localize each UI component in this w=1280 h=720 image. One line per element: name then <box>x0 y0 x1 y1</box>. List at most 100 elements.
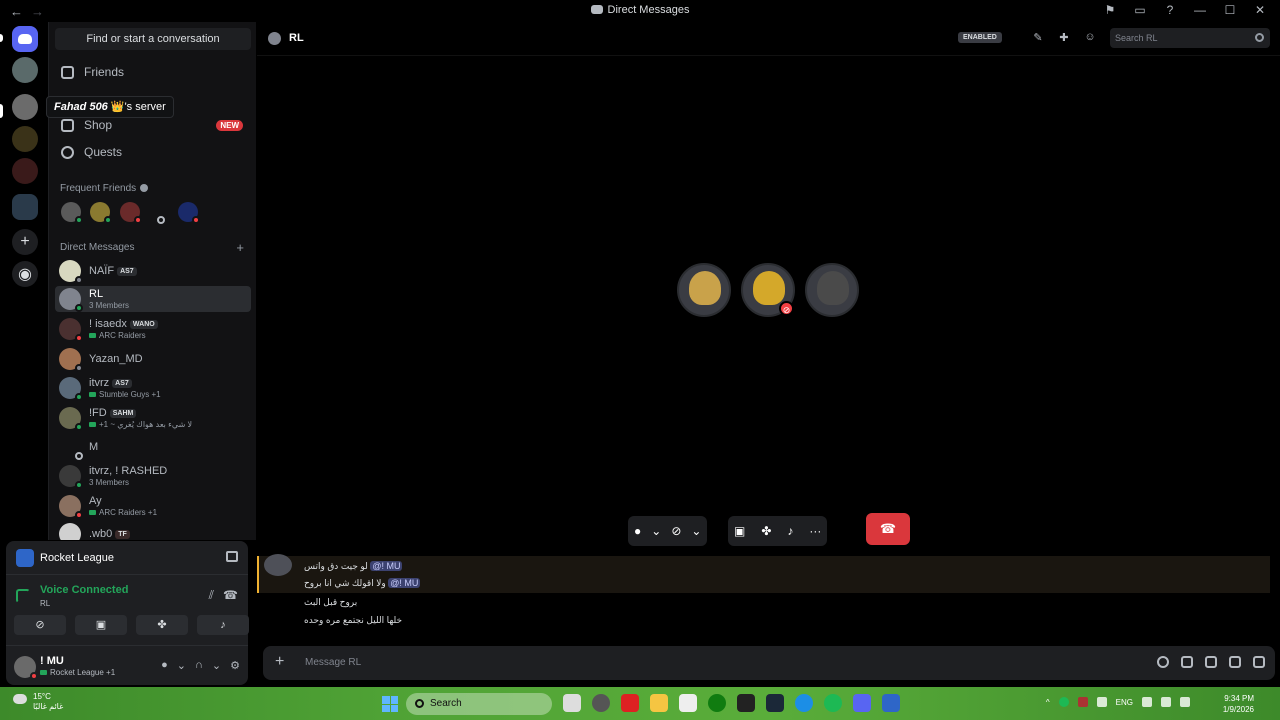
minimize-button[interactable]: — <box>1192 3 1208 17</box>
more-options-icon[interactable]: ··· <box>809 524 821 538</box>
folder-icon[interactable] <box>650 694 668 712</box>
taskbar-search[interactable]: Search <box>406 693 552 715</box>
battery-icon[interactable] <box>1180 697 1190 707</box>
chevron-down-icon[interactable]: ⌄ <box>691 524 701 538</box>
add-friends-icon[interactable]: ✚ <box>1057 31 1071 45</box>
activity-panel-icon[interactable] <box>226 551 238 562</box>
help-icon[interactable]: ? <box>1162 3 1178 17</box>
user-name[interactable]: ! MU <box>40 655 64 667</box>
camera-off-icon[interactable]: ⊘ <box>671 524 681 538</box>
enabled-badge[interactable]: ENABLED <box>958 32 1002 43</box>
clock[interactable]: 9:34 PM 1/9/2026 <box>1223 693 1254 715</box>
apps-icon[interactable] <box>1253 656 1265 668</box>
screen-share-icon[interactable]: ▣ <box>734 524 745 538</box>
server-icon-fahad[interactable] <box>12 94 38 120</box>
epic-games-icon[interactable] <box>737 694 755 712</box>
server-icon[interactable] <box>12 158 38 184</box>
mic-icon[interactable]: ● <box>634 524 641 538</box>
server-icon[interactable] <box>12 57 38 83</box>
pin-icon[interactable]: ✎ <box>1031 31 1045 45</box>
frequent-friend-avatar[interactable] <box>90 202 112 224</box>
server-folder[interactable] <box>12 194 38 220</box>
call-participant-avatar[interactable] <box>677 263 731 317</box>
emoji-icon[interactable] <box>1229 656 1241 668</box>
signal-icon[interactable] <box>16 589 30 603</box>
create-dm-button[interactable]: + <box>236 240 244 255</box>
dm-item[interactable]: Ay ARC Raiders +1 <box>55 493 251 519</box>
voice-status[interactable]: Voice Connected <box>40 584 128 596</box>
find-conversation-button[interactable]: Find or start a conversation <box>55 28 251 50</box>
chevron-up-icon[interactable]: ^ <box>1046 698 1050 707</box>
mic-icon[interactable]: ● <box>161 659 168 672</box>
language-indicator[interactable]: ENG <box>1116 698 1133 707</box>
mention[interactable]: @! MU <box>370 561 403 571</box>
screen-icon[interactable]: ▭ <box>1132 3 1148 17</box>
call-participant-avatar[interactable] <box>805 263 859 317</box>
mention[interactable]: @! MU <box>388 578 421 588</box>
frequent-friend-avatar[interactable] <box>178 202 200 224</box>
steam-icon[interactable] <box>766 694 784 712</box>
activities-button[interactable]: ✤ <box>136 615 188 635</box>
sticker-icon[interactable] <box>1205 656 1217 668</box>
dm-item[interactable]: .wb0 TF <box>55 521 251 540</box>
disconnect-icon[interactable]: ☎ <box>223 588 238 602</box>
frequent-friend-avatar[interactable] <box>61 202 83 224</box>
noise-suppression-icon[interactable]: ⫽ <box>209 588 214 603</box>
chevron-down-icon[interactable]: ⌄ <box>177 659 186 672</box>
weather-widget[interactable]: 15°C غائم غالبًا <box>13 692 63 712</box>
chevron-down-icon[interactable]: ⌄ <box>651 524 661 538</box>
start-button[interactable] <box>382 696 398 712</box>
gift-icon[interactable] <box>1157 656 1169 668</box>
message-avatar[interactable] <box>264 554 292 576</box>
soundboard-icon[interactable]: ♪ <box>787 524 793 538</box>
camera-off-button[interactable]: ⊘ <box>14 615 66 635</box>
chevron-down-icon[interactable]: ⌄ <box>212 659 221 672</box>
frequent-friend-avatar[interactable] <box>120 202 142 224</box>
dm-item[interactable]: itvrz, ! RASHED 3 Members <box>55 463 251 489</box>
activities-icon[interactable]: ✤ <box>761 524 771 538</box>
info-icon[interactable] <box>140 184 149 192</box>
spotify-icon[interactable] <box>824 694 842 712</box>
app-icon[interactable] <box>592 694 610 712</box>
user-avatar[interactable] <box>14 656 38 680</box>
hang-up-button[interactable]: ☎ <box>866 513 910 545</box>
dm-item[interactable]: NAÏF AS7 <box>55 258 251 284</box>
dm-item[interactable]: itvrz AS7 Stumble Guys +1 <box>55 375 251 401</box>
member-list-icon[interactable]: ☺ <box>1083 31 1097 45</box>
tray-app-icon[interactable] <box>1077 697 1088 707</box>
inbox-icon[interactable]: ⚑ <box>1102 3 1118 17</box>
rocket-league-taskbar-icon[interactable] <box>882 694 900 712</box>
network-icon[interactable] <box>1142 697 1152 707</box>
spotify-tray-icon[interactable] <box>1058 697 1069 707</box>
nav-friends[interactable]: Friends <box>57 59 251 85</box>
gif-icon[interactable] <box>1181 656 1193 668</box>
discord-taskbar-icon[interactable] <box>853 694 871 712</box>
file-icon[interactable] <box>563 694 581 712</box>
dm-item[interactable]: !FD SAHM +1 ~ لا شيء بعد هواك يُغري <box>55 405 251 431</box>
message-input[interactable]: Message RL <box>305 657 361 668</box>
dm-item[interactable]: ! isaedx WANO ARC Raiders <box>55 316 251 342</box>
maximize-button[interactable]: ☐ <box>1222 3 1238 17</box>
attach-plus-icon[interactable]: + <box>275 653 284 671</box>
nav-quests[interactable]: Quests <box>57 139 251 165</box>
voice-channel[interactable]: RL <box>40 599 50 608</box>
discover-button[interactable]: ◉ <box>12 261 38 287</box>
search-input[interactable]: Search RL <box>1110 28 1270 48</box>
dm-item[interactable]: Yazan_MD <box>55 346 251 372</box>
screen-share-button[interactable]: ▣ <box>75 615 127 635</box>
server-icon-wano[interactable] <box>12 126 38 152</box>
volume-icon[interactable] <box>1161 697 1171 707</box>
settings-gear-icon[interactable]: ⚙ <box>230 659 240 672</box>
close-button[interactable]: ✕ <box>1252 3 1268 17</box>
edge-icon[interactable] <box>795 694 813 712</box>
mic-tray-icon[interactable] <box>1096 697 1107 707</box>
store-icon[interactable] <box>679 694 697 712</box>
home-button[interactable] <box>12 26 38 52</box>
headphones-icon[interactable]: ∩ <box>195 659 203 672</box>
add-server-button[interactable]: + <box>12 229 38 255</box>
dm-item-selected[interactable]: RL 3 Members <box>55 286 251 312</box>
dm-item[interactable]: M <box>55 434 251 460</box>
soundboard-button[interactable]: ♪ <box>197 615 249 635</box>
xbox-icon[interactable] <box>708 694 726 712</box>
adobe-icon[interactable] <box>621 694 639 712</box>
